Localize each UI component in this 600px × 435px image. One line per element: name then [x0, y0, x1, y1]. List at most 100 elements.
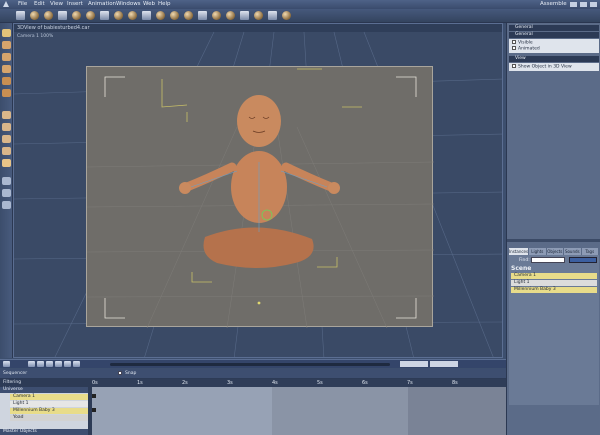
room-name[interactable]: Assemble: [540, 1, 567, 7]
keyframe-marker[interactable]: [92, 408, 96, 412]
animated-option[interactable]: Animated: [512, 45, 596, 51]
sequencer-label[interactable]: Sequencer: [3, 371, 27, 376]
world-icon[interactable]: [282, 11, 291, 20]
checkbox-icon[interactable]: [512, 64, 516, 68]
light-icon[interactable]: [114, 11, 123, 20]
terrain-icon[interactable]: [170, 11, 179, 20]
cone-icon[interactable]: [72, 11, 81, 20]
preview-icon[interactable]: [254, 11, 263, 20]
tab-tags[interactable]: Tags: [581, 248, 599, 255]
tick-label: 1s: [137, 380, 143, 386]
cube-icon[interactable]: [58, 11, 67, 20]
go-start-icon[interactable]: [28, 361, 35, 367]
link-tool-icon[interactable]: [2, 77, 11, 85]
window-max-icon[interactable]: [580, 2, 587, 7]
checkbox-icon[interactable]: [512, 40, 516, 44]
window-min-icon[interactable]: [570, 2, 577, 7]
play-icon[interactable]: [46, 361, 53, 367]
show-object-option[interactable]: Show Object in 3D View: [512, 64, 596, 70]
paint-tool-icon[interactable]: [2, 159, 11, 167]
keyframe-marker[interactable]: [92, 394, 96, 398]
cylinder-icon[interactable]: [44, 11, 53, 20]
tab-sounds[interactable]: Sounds: [564, 248, 582, 255]
rotate-tool-icon[interactable]: [2, 53, 11, 61]
fps-field[interactable]: [430, 361, 458, 367]
plane-icon[interactable]: [100, 11, 109, 20]
scene-item-light[interactable]: Light 1: [511, 280, 597, 286]
tab-lights[interactable]: Lights: [529, 248, 547, 255]
checkbox-icon[interactable]: [512, 45, 516, 50]
scene-render: [86, 68, 435, 329]
scene-tabs: Instances Lights Objects Sounds Tags: [509, 248, 599, 255]
hand-tool-icon[interactable]: [2, 177, 11, 185]
menu-insert[interactable]: Insert: [67, 1, 83, 7]
scale-tool-icon[interactable]: [2, 65, 11, 73]
menu-file[interactable]: File: [18, 1, 27, 7]
zoom-tool-icon[interactable]: [2, 201, 11, 209]
step-forward-icon[interactable]: [55, 361, 62, 367]
tab-objects[interactable]: Objects: [546, 248, 565, 255]
scene-title: Scene: [511, 265, 532, 272]
app-logo-icon: [3, 1, 9, 7]
baby-figure[interactable]: [179, 95, 340, 268]
keyframe-area[interactable]: [92, 387, 506, 435]
ik-tool-icon[interactable]: [2, 89, 11, 97]
find-input[interactable]: [531, 257, 565, 263]
menu-animation[interactable]: Animation: [88, 1, 116, 7]
view-section-header[interactable]: View: [509, 56, 599, 62]
track-baby[interactable]: Millennium Baby 3: [10, 408, 88, 414]
track-light[interactable]: Light 1: [10, 401, 88, 407]
menu-web[interactable]: Web: [143, 1, 155, 7]
group-icon[interactable]: [198, 11, 207, 20]
track-camera[interactable]: Camera 1: [10, 394, 88, 400]
bone-icon[interactable]: [184, 11, 193, 20]
find-dropdown[interactable]: [569, 257, 597, 263]
orbit-tool-icon[interactable]: [2, 135, 11, 143]
go-end-icon[interactable]: [64, 361, 71, 367]
pan-tool-icon[interactable]: [2, 111, 11, 119]
move-tool-icon[interactable]: [2, 41, 11, 49]
dolly-tool-icon[interactable]: [2, 123, 11, 131]
track-master-objects[interactable]: Master Objects: [0, 429, 88, 435]
arrow-tool-icon[interactable]: [16, 11, 25, 20]
menu-windows[interactable]: Windows: [116, 1, 141, 7]
general-section-header[interactable]: General: [509, 32, 599, 38]
tab-instances[interactable]: Instances: [509, 248, 530, 255]
panel-splitter[interactable]: [507, 239, 600, 242]
camera-icon[interactable]: [128, 11, 137, 20]
loop-icon[interactable]: [73, 361, 80, 367]
find-label: Find:: [519, 258, 530, 263]
tick-label: 3s: [227, 380, 233, 386]
track-list: Universe Camera 1 Light 1 Millennium Bab…: [0, 387, 88, 435]
torus-icon[interactable]: [86, 11, 95, 20]
menu-edit[interactable]: Edit: [34, 1, 45, 7]
track-yoad[interactable]: Yoad: [10, 415, 88, 421]
scene-item-camera[interactable]: Camera 1: [511, 273, 597, 279]
time-ruler[interactable]: 0s 1s 2s 3s 4s 5s 6s 7s 8s: [92, 379, 506, 387]
window-close-icon[interactable]: [590, 2, 597, 7]
time-scrubber[interactable]: [110, 363, 390, 366]
tick-label: 5s: [317, 380, 323, 386]
sequencer-timeline: Sequencer Snap Filtering 0s 1s 2s 3s 4s …: [0, 369, 506, 435]
grid-icon[interactable]: [240, 11, 249, 20]
frame-field[interactable]: [400, 361, 428, 367]
eye-tool-icon[interactable]: [2, 189, 11, 197]
track-universe[interactable]: Universe: [0, 387, 88, 393]
render-icon[interactable]: [212, 11, 221, 20]
rewind-icon[interactable]: [3, 361, 10, 367]
bank-tool-icon[interactable]: [2, 147, 11, 155]
select-tool-icon[interactable]: [2, 29, 11, 37]
tick-label: 7s: [407, 380, 413, 386]
menu-view[interactable]: View: [50, 1, 63, 7]
sphere-icon[interactable]: [30, 11, 39, 20]
scene-item-baby[interactable]: Millennium Baby 3: [511, 287, 597, 293]
step-back-icon[interactable]: [37, 361, 44, 367]
snap-checkbox[interactable]: [118, 371, 122, 375]
text-icon[interactable]: [142, 11, 151, 20]
material-icon[interactable]: [226, 11, 235, 20]
menu-help[interactable]: Help: [158, 1, 171, 7]
3d-viewport[interactable]: 3DView of babiesturbed4.car Camera 1 100…: [13, 23, 503, 358]
tick-label: 6s: [362, 380, 368, 386]
shading-icon[interactable]: [268, 11, 277, 20]
figure-icon[interactable]: [156, 11, 165, 20]
